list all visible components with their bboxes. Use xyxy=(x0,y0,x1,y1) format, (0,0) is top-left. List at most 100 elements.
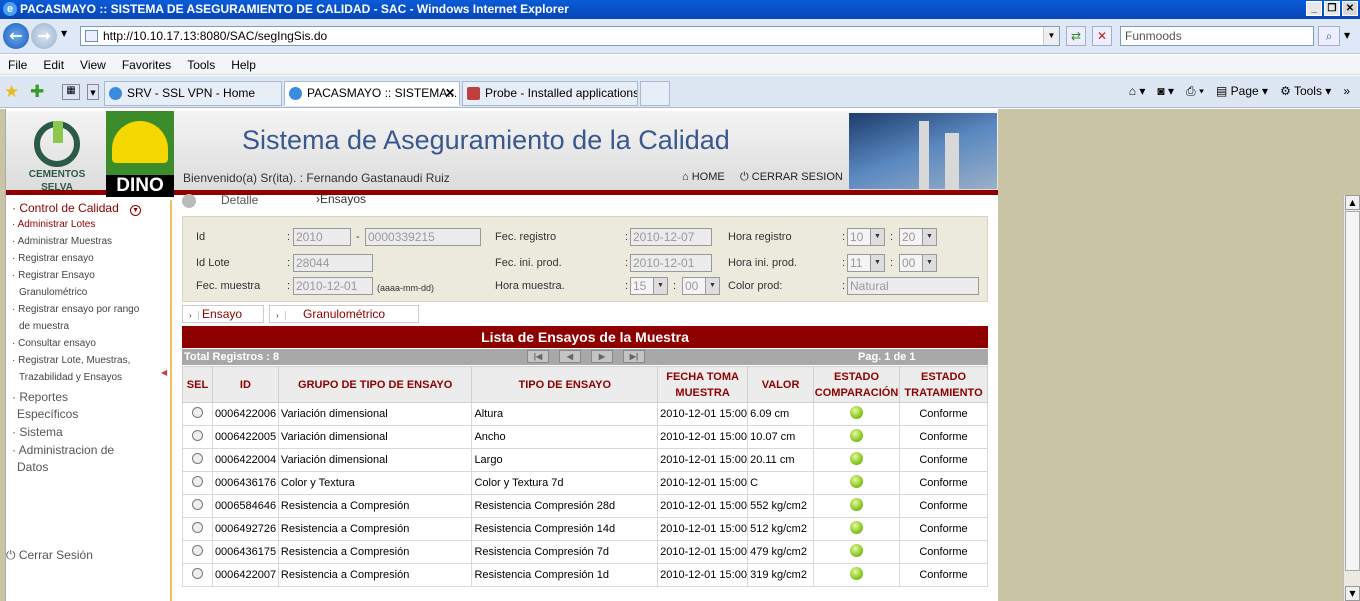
row-select-cell[interactable] xyxy=(182,517,213,541)
table-row[interactable]: 0006422005 Variación dimensional Ancho 2010… xyxy=(182,425,988,449)
last-page-button[interactable]: ▶| xyxy=(623,350,645,363)
row-select-cell[interactable] xyxy=(182,563,213,587)
row-select-cell[interactable] xyxy=(182,540,213,564)
horaini-hour-select[interactable]: 11 ▼ xyxy=(847,254,885,272)
row-select-cell[interactable] xyxy=(182,402,213,426)
search-input[interactable]: Funmoods xyxy=(1120,26,1314,46)
sidebar-administracion[interactable]: · Administracion de xyxy=(12,443,114,457)
logout-link[interactable]: ⏻ CERRAR SESION xyxy=(740,171,843,184)
tab-probe[interactable]: Probe - Installed applications xyxy=(462,81,638,106)
tools-menu[interactable]: ⚙ Tools ▾ xyxy=(1280,82,1331,100)
sidebar-item-label-cont[interactable]: Granulométrico xyxy=(19,287,87,298)
menu-file[interactable]: File xyxy=(0,55,35,75)
quick-tabs-icon[interactable]: ▦ xyxy=(62,84,80,100)
forward-button[interactable]: → xyxy=(31,23,57,49)
page-menu[interactable]: ▤ Page ▾ xyxy=(1216,82,1268,100)
address-dropdown-icon[interactable]: ▼ xyxy=(1043,27,1059,45)
dropdown-arrow-icon: ▼ xyxy=(922,255,936,271)
tab-ssl-vpn[interactable]: SRV - SSL VPN - Home xyxy=(104,81,282,106)
collapse-icon[interactable]: ▼ xyxy=(130,205,142,216)
horaini-minute-select[interactable]: 00 ▼ xyxy=(899,254,937,272)
row-select-cell[interactable] xyxy=(182,494,213,518)
vertical-scrollbar[interactable]: ▲ ▼ xyxy=(1343,195,1360,601)
sidebar-sistema[interactable]: · Sistema xyxy=(12,425,63,439)
new-tab-button[interactable] xyxy=(640,81,670,106)
first-page-button[interactable]: |◀ xyxy=(527,350,549,363)
table-row[interactable]: 0006436176 Color y Textura Color y Textura… xyxy=(182,471,988,495)
add-favorites-icon[interactable]: ✚ xyxy=(30,82,44,102)
menu-edit[interactable]: Edit xyxy=(35,55,72,75)
history-dropdown-icon[interactable]: ▼ xyxy=(61,29,67,38)
menu-view[interactable]: View xyxy=(72,55,114,75)
home-link[interactable]: ⌂ HOME xyxy=(682,171,725,183)
horamuestra-minute-select[interactable]: 00 ▼ xyxy=(682,277,720,295)
favorites-star-icon[interactable]: ★ xyxy=(4,82,19,102)
search-icon[interactable]: ⌕ xyxy=(1318,26,1340,46)
menu-favorites[interactable]: Favorites xyxy=(114,55,179,75)
sidebar-item-registrar-ensayo[interactable]: · Registrar ensayo xyxy=(12,253,94,264)
row-select-radio[interactable] xyxy=(191,545,203,556)
table-row[interactable]: 0006492726 Resistencia a Compresión Resist… xyxy=(182,517,988,541)
row-select-radio[interactable] xyxy=(191,499,203,510)
page-icon xyxy=(85,30,98,42)
row-select-radio[interactable] xyxy=(191,407,203,418)
tab-detalle[interactable]: Detalle xyxy=(221,193,258,207)
horamuestra-hour-select[interactable]: 15 ▼ xyxy=(630,277,668,295)
scroll-thumb[interactable] xyxy=(1345,211,1360,571)
horareg-minute-select[interactable]: 20 ▼ xyxy=(899,228,937,246)
search-options-icon[interactable]: ▼ xyxy=(1344,31,1350,40)
chevron-more-icon[interactable]: » xyxy=(1343,82,1350,100)
close-window-button[interactable]: ✕ xyxy=(1342,1,1358,16)
sidebar-reportes[interactable]: · Reportes xyxy=(12,390,68,404)
tab-ensayo[interactable]: › Ensayo xyxy=(182,305,264,323)
sidebar-item-label-cont[interactable]: Trazabilidad y Ensayos xyxy=(19,372,122,383)
row-select-cell[interactable] xyxy=(182,448,213,472)
sidebar-cerrar-sesion[interactable]: ⏻ Cerrar Sesión xyxy=(6,548,93,563)
sidebar-control-calidad[interactable]: · Control de Calidad ▼ xyxy=(12,201,142,216)
horareg-hour-select[interactable]: 10 ▼ xyxy=(847,228,885,246)
row-select-radio[interactable] xyxy=(191,568,203,579)
home-icon[interactable]: ⌂ ▾ xyxy=(1129,82,1146,100)
tab-granulometrico[interactable]: › Granulométrico xyxy=(269,305,419,323)
next-page-button[interactable]: ▶ xyxy=(591,350,613,363)
sidebar-item-registrar-granulometrico[interactable]: · Registrar Ensayo xyxy=(12,270,95,281)
scroll-up-icon[interactable]: ▲ xyxy=(1345,195,1360,210)
sidebar-item-consultar-ensayo[interactable]: · Consultar ensayo xyxy=(12,338,96,349)
table-row[interactable]: 0006436175 Resistencia a Compresión Resist… xyxy=(182,540,988,564)
sidebar-item-label-cont[interactable]: de muestra xyxy=(19,321,69,332)
row-select-cell[interactable] xyxy=(182,425,213,449)
table-row[interactable]: 0006422007 Resistencia a Compresión Resist… xyxy=(182,563,988,587)
sidebar-item-registrar-rango[interactable]: · Registrar ensayo por rango xyxy=(12,304,139,315)
sidebar-reportes-cont[interactable]: Específicos xyxy=(17,407,78,421)
table-row[interactable]: 0006584646 Resistencia a Compresión Resist… xyxy=(182,494,988,518)
row-select-radio[interactable] xyxy=(191,522,203,533)
close-tab-icon[interactable]: ✕ xyxy=(445,82,455,105)
sidebar-item-administrar-muestras[interactable]: · Administrar Muestras xyxy=(12,236,112,247)
tab-list-icon[interactable]: ▼ xyxy=(87,84,99,100)
table-row[interactable]: 0006422006 Variación dimensional Altura 201… xyxy=(182,402,988,426)
sidebar-administracion-cont[interactable]: Datos xyxy=(17,460,48,474)
row-select-cell[interactable] xyxy=(182,471,213,495)
menu-tools[interactable]: Tools xyxy=(179,55,223,75)
back-button[interactable]: ← xyxy=(3,23,29,49)
scroll-down-icon[interactable]: ▼ xyxy=(1345,586,1360,601)
restore-button[interactable]: ❐ xyxy=(1324,1,1340,16)
sidebar-item-registrar-lote[interactable]: · Registrar Lote, Muestras, xyxy=(12,355,130,366)
collapse-sidebar-icon[interactable]: ◀ xyxy=(161,368,167,377)
row-select-radio[interactable] xyxy=(191,430,203,441)
prev-page-button[interactable]: ◀ xyxy=(559,350,581,363)
feeds-icon[interactable]: ◙ ▾ xyxy=(1157,82,1174,100)
address-field[interactable]: http://10.10.17.13:8080/SAC/segIngSis.do… xyxy=(80,26,1060,46)
row-select-radio[interactable] xyxy=(191,453,203,464)
minimize-button[interactable]: _ xyxy=(1306,1,1322,16)
row-select-radio[interactable] xyxy=(191,476,203,487)
print-icon[interactable]: ⎙ ▾ xyxy=(1186,82,1204,100)
table-row[interactable]: 0006422004 Variación dimensional Largo 2010… xyxy=(182,448,988,472)
tab-ensayos[interactable]: ›Ensayos xyxy=(316,192,366,206)
stop-icon[interactable]: ✕ xyxy=(1092,26,1112,46)
sample-form: Id : 2010 - 0000339215 Id Lote : 28044 F… xyxy=(182,216,988,302)
refresh-icon[interactable]: ⇄ xyxy=(1066,26,1086,46)
menu-help[interactable]: Help xyxy=(223,55,264,75)
tab-pacasmayo[interactable]: PACASMAYO :: SISTEMA... ✕ xyxy=(284,81,460,106)
sidebar-item-administrar-lotes[interactable]: · Administrar Lotes xyxy=(12,219,95,230)
